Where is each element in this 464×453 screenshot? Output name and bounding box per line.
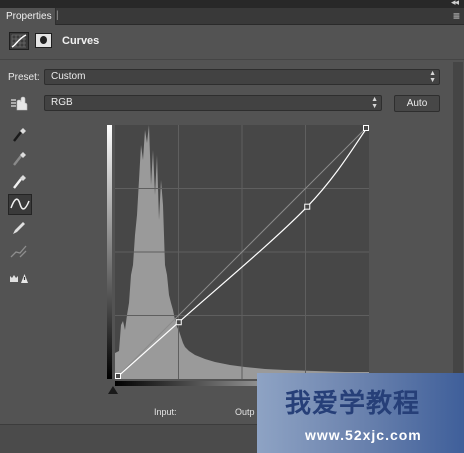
pencil-draw-icon[interactable] [8, 218, 30, 238]
channel-dropdown[interactable]: RGB ▲ ▼ [44, 95, 382, 111]
layer-mask-icon[interactable] [35, 33, 52, 48]
tab-separator: | [56, 10, 59, 21]
panel-title: Curves [62, 35, 100, 47]
tab-strip: Properties | ≡ [0, 8, 464, 25]
black-point-eyedropper-icon[interactable] [8, 124, 30, 144]
curves-adjustment-icon[interactable] [9, 32, 29, 50]
output-gradient-bar [107, 125, 112, 379]
curve-control-point[interactable] [175, 319, 182, 326]
auto-button[interactable]: Auto [394, 95, 440, 112]
curve-control-point[interactable] [115, 373, 121, 379]
collapse-panel-icon[interactable]: ◂◂ [451, 0, 459, 8]
panel-scrollbar[interactable] [453, 62, 463, 424]
black-point-slider[interactable] [108, 386, 118, 394]
watermark-title: 我爱学教程 [285, 388, 421, 418]
curves-graph[interactable] [115, 125, 369, 379]
chevron-updown-icon: ▲ ▼ [429, 70, 436, 84]
gray-point-eyedropper-icon[interactable] [8, 148, 30, 168]
channel-value: RGB [51, 97, 73, 108]
chevron-updown-icon: ▲ ▼ [371, 96, 378, 110]
on-image-adjust-icon[interactable] [8, 95, 30, 115]
white-point-eyedropper-icon[interactable] [8, 171, 30, 191]
preset-value: Custom [51, 71, 86, 82]
preset-label: Preset: [8, 72, 40, 83]
curve-control-point[interactable] [304, 203, 311, 210]
preset-dropdown[interactable]: Custom ▲ ▼ [44, 69, 440, 85]
tab-properties[interactable]: Properties [0, 8, 56, 25]
panel-header: Curves [0, 25, 464, 60]
watermark-url: www.52xjc.com [305, 427, 422, 443]
panel-top-bar: ◂◂ [0, 0, 464, 8]
smooth-curve-icon[interactable] [8, 242, 30, 262]
curve-control-point[interactable] [363, 125, 369, 131]
properties-panel: ◂◂ Properties | ≡ Curves Preset: Custom … [0, 0, 464, 453]
output-label: Outp [235, 407, 255, 417]
input-label: Input: [154, 407, 177, 417]
clipping-warning-icon[interactable] [8, 267, 30, 287]
panel-menu-icon[interactable]: ≡ [453, 9, 460, 23]
curve-edit-icon[interactable] [8, 194, 32, 215]
watermark-banner: 我爱学教程 www.52xjc.com [257, 373, 464, 453]
